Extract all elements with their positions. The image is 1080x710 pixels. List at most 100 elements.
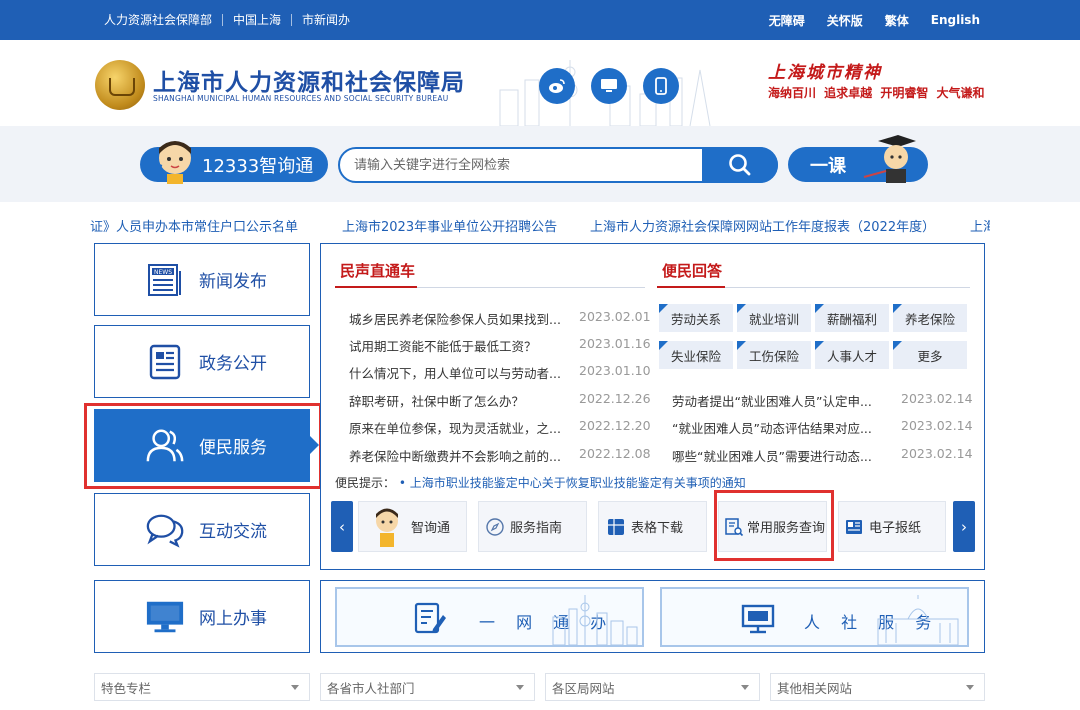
nav-label: 便民服务 — [199, 438, 267, 458]
nav-government-affairs[interactable]: 政务公开 — [94, 325, 310, 398]
city-skyline-icon — [552, 595, 638, 645]
tag-personnel-talent[interactable]: 人事人才 — [815, 341, 889, 369]
qa-item-title[interactable]: 辞职考研，社保中断了怎么办？ — [349, 391, 524, 410]
city-spirit-text: 海纳百川 追求卓越 开明睿智 大气谦和 — [768, 86, 985, 100]
city-spirit-title: 上海城市精神 — [768, 63, 882, 83]
link-care-mode[interactable]: 关怀版 — [827, 12, 863, 29]
link-china-shanghai[interactable]: 中国上海 — [223, 14, 293, 26]
ticker-item[interactable]: 上海市2023年事业单位公开招聘公告 — [342, 216, 557, 235]
mobile-button[interactable] — [643, 68, 679, 104]
dropdown-value: 其他相关网站 — [777, 680, 853, 696]
service-label: 服务指南 — [510, 521, 563, 536]
search-input[interactable] — [354, 150, 694, 180]
tip-label: 便民提示： — [335, 476, 396, 490]
assistant-avatar-icon — [155, 141, 191, 184]
tag-labor-relations[interactable]: 劳动关系 — [659, 304, 733, 332]
tag-employment-training[interactable]: 就业培训 — [737, 304, 811, 332]
computer-icon — [145, 597, 185, 637]
link-traditional[interactable]: 繁体 — [885, 12, 909, 29]
table-icon — [608, 518, 624, 535]
dropdown-provincial-hr[interactable]: 各省市人社部门 — [320, 673, 535, 701]
services-next-button[interactable]: › — [953, 501, 975, 552]
tag-more[interactable]: 更多 — [893, 341, 967, 369]
qa-item-date: 2023.01.10 — [579, 363, 651, 378]
dropdown-value: 各省市人社部门 — [327, 680, 415, 696]
news-icon: NEWS — [145, 260, 185, 300]
site-title[interactable]: 上海市人力资源和社会保障局 — [153, 63, 465, 97]
link-accessibility[interactable]: 无障碍 — [769, 12, 805, 29]
top-bar: 人力资源社会保障部 中国上海 市新闻办 无障碍 关怀版 繁体 English — [0, 0, 1080, 40]
qa-item-title[interactable]: 什么情况下，用人单位可以与劳动者... — [349, 363, 561, 382]
weibo-button[interactable] — [539, 68, 575, 104]
qa-item-title[interactable]: 养老保险中断缴费并不会影响之前的... — [349, 446, 561, 465]
site-title-en: SHANGHAI MUNICIPAL HUMAN RESOURCES AND S… — [153, 94, 449, 103]
ticker-item[interactable]: 上海市人力资源社会保障网网站工作年度报表（2022年度） — [590, 216, 935, 235]
qa-item-date: 2022.12.20 — [579, 418, 651, 433]
tag-pension[interactable]: 养老保险 — [893, 304, 967, 332]
service-label: 表格下载 — [631, 521, 684, 536]
caret-down-icon — [291, 685, 299, 690]
section-title-answers[interactable]: 便民回答 — [662, 260, 722, 281]
service-common-query[interactable]: 常用服务查询 — [718, 501, 827, 552]
answer-item-title[interactable]: 哪些“就业困难人员”需要进行动态... — [672, 446, 872, 465]
nav-public-services[interactable]: 便民服务 — [94, 409, 310, 482]
bureau-emblem-icon[interactable] — [95, 60, 145, 110]
banner-hr-services[interactable]: 人 社 服 务 — [660, 587, 969, 647]
banner-one-network[interactable]: 一 网 通 办 — [335, 587, 644, 647]
qa-item-title[interactable]: 试用期工资能不能低于最低工资？ — [349, 336, 537, 355]
caret-down-icon — [966, 685, 974, 690]
service-label: 电子报纸 — [869, 521, 922, 536]
desktop-button[interactable] — [591, 68, 627, 104]
top-links-left: 人力资源社会保障部 中国上海 市新闻办 — [104, 0, 360, 40]
qa-item-title[interactable]: 城乡居民养老保险参保人员如果找到... — [349, 309, 561, 328]
caret-down-icon — [741, 685, 749, 690]
nav-label: 新闻发布 — [199, 272, 267, 292]
qa-item-title[interactable]: 原来在单位参保，现为灵活就业，之... — [349, 418, 561, 437]
users-icon — [145, 426, 185, 466]
answer-item-title[interactable]: 劳动者提出“就业困难人员”认定申... — [672, 391, 872, 410]
document-search-icon — [725, 517, 744, 536]
mobile-icon — [655, 77, 667, 95]
nav-active-arrow — [310, 436, 319, 454]
dropdown-other-sites[interactable]: 其他相关网站 — [770, 673, 985, 701]
tag-work-injury[interactable]: 工伤保险 — [737, 341, 811, 369]
link-news-office[interactable]: 市新闻办 — [292, 14, 360, 26]
form-edit-icon — [414, 602, 446, 634]
top-links-right: 无障碍 关怀版 繁体 English — [769, 0, 980, 40]
services-prev-button[interactable]: ‹ — [331, 501, 353, 552]
nav-label: 政务公开 — [199, 354, 267, 374]
nav-online-services[interactable]: 网上办事 — [94, 580, 310, 653]
ticker-item[interactable]: 证》人员申办本市常住户口公示名单 — [90, 216, 298, 235]
tag-salary-welfare[interactable]: 薪酬福利 — [815, 304, 889, 332]
answer-item-date: 2023.02.14 — [901, 391, 973, 406]
service-zhixuntong[interactable]: 智询通 — [358, 501, 467, 552]
service-form-download[interactable]: 表格下载 — [598, 501, 707, 552]
tag-unemployment[interactable]: 失业保险 — [659, 341, 733, 369]
dropdown-special-columns[interactable]: 特色专栏 — [94, 673, 310, 701]
dropdown-value: 各区局网站 — [552, 680, 615, 696]
service-label: 常用服务查询 — [747, 521, 826, 536]
nav-news[interactable]: NEWS 新闻发布 — [94, 243, 310, 316]
newspaper-icon — [846, 519, 862, 534]
dropdown-district-bureaus[interactable]: 各区局网站 — [545, 673, 760, 701]
answer-item-title[interactable]: “就业困难人员”动态评估结果对应... — [672, 418, 872, 437]
monitor-icon — [741, 604, 775, 634]
qa-item-date: 2023.01.16 — [579, 336, 651, 351]
qa-item-date: 2022.12.08 — [579, 446, 651, 461]
search-button[interactable] — [702, 147, 778, 183]
section-underline — [657, 286, 725, 288]
svg-text:NEWS: NEWS — [154, 269, 172, 276]
dropdown-value: 特色专栏 — [101, 680, 152, 696]
service-e-newspaper[interactable]: 电子报纸 — [838, 501, 946, 552]
nav-interaction[interactable]: 互动交流 — [94, 493, 310, 566]
nav-label: 网上办事 — [199, 609, 267, 629]
search-icon — [729, 154, 751, 176]
compass-icon — [486, 517, 504, 536]
link-mohrss[interactable]: 人力资源社会保障部 — [104, 14, 224, 26]
tip-link[interactable]: • 上海市职业技能鉴定中心关于恢复职业技能鉴定有关事项的通知 — [399, 476, 746, 490]
service-guide[interactable]: 服务指南 — [478, 501, 587, 552]
section-title-voice[interactable]: 民声直通车 — [340, 260, 415, 281]
qa-item-date: 2023.02.01 — [579, 309, 651, 324]
ticker-item[interactable]: 上海 — [970, 216, 990, 235]
link-english[interactable]: English — [931, 13, 980, 27]
